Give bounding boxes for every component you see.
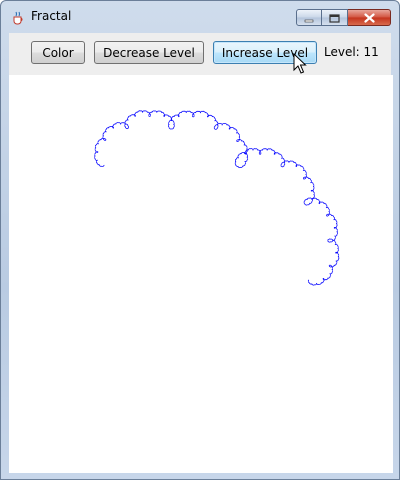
maximize-icon [329,8,340,27]
toolbar: Color Decrease Level Increase Level Leve… [9,33,391,75]
java-cup-icon[interactable] [11,10,25,25]
close-icon [363,8,375,27]
minimize-button[interactable] [296,9,322,26]
window-title: Fractal [31,9,72,23]
close-button[interactable] [348,9,391,26]
fractal-curve [94,110,340,286]
application-window: Fractal Color Decrease Level Increase Le… [0,0,400,480]
title-bar[interactable]: Fractal [1,1,399,33]
mouse-cursor-icon [293,52,307,75]
level-label: Level: 11 [324,45,379,59]
decrease-level-button[interactable]: Decrease Level [94,41,204,64]
maximize-button[interactable] [322,9,348,26]
caption-buttons [296,9,391,26]
fractal-drawing [94,110,340,286]
fractal-canvas [9,75,393,473]
color-button[interactable]: Color [31,41,85,64]
minimize-icon [304,8,314,27]
